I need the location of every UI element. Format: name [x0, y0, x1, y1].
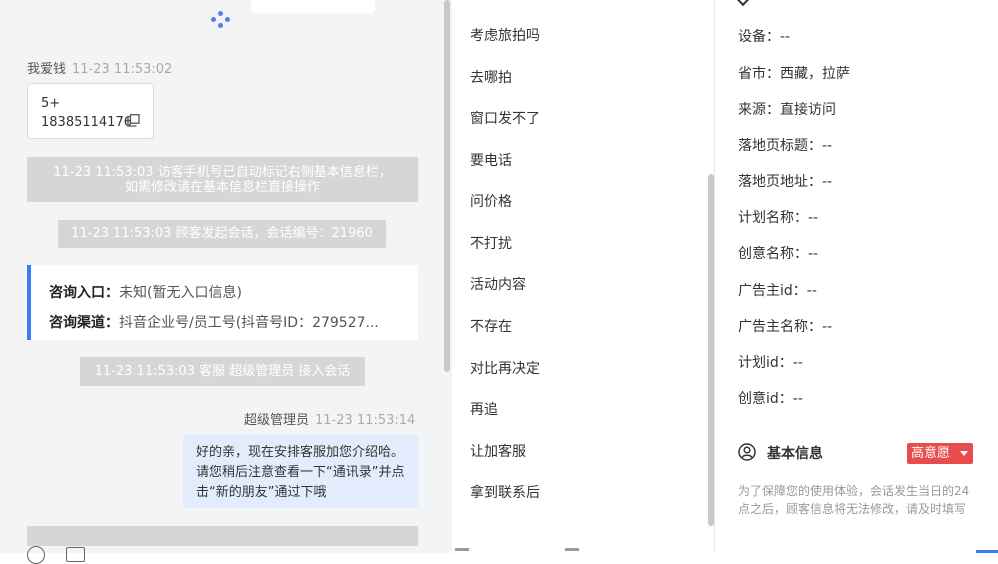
quick-reply-item[interactable]: 拿到联系后	[470, 482, 540, 502]
intent-label: 高意愿	[911, 446, 951, 461]
copy-icon[interactable]	[127, 114, 140, 127]
toolbar-button[interactable]	[455, 548, 469, 551]
quick-reply-item[interactable]: 不打扰	[470, 233, 512, 253]
message-sender: 我爱钱 11-23 11:53:02	[27, 58, 172, 77]
notice-line: 如需修改请在基本信息栏直接操作	[124, 180, 320, 195]
info-field-source: 来源：直接访问	[738, 102, 836, 118]
emoji-icon[interactable]	[27, 546, 45, 564]
customer-info-panel: 设备：-- 省市：西藏，拉萨 来源：直接访问 落地页标题：-- 落地页地址：--…	[716, 0, 998, 553]
entry-value: 未知(暂无入口信息)	[119, 285, 242, 301]
chat-scrollbar[interactable]	[444, 0, 450, 372]
quick-reply-item[interactable]: 问价格	[470, 191, 512, 211]
info-field-creative-name: 创意名称：--	[738, 246, 819, 262]
quick-reply-item[interactable]: 不存在	[470, 316, 512, 336]
visitor-message: 5+ 18385114176	[27, 83, 154, 139]
quick-reply-item[interactable]: 考虑旅拍吗	[470, 25, 540, 45]
info-field-device: 设备：--	[738, 29, 791, 45]
loading-icon	[211, 11, 231, 31]
info-field-plan-name: 计划名称：--	[738, 210, 819, 226]
quick-reply-item[interactable]: 去哪拍	[470, 67, 512, 87]
entry-row: 咨询入口：未知(暂无入口信息)	[49, 278, 404, 308]
chevron-down-icon[interactable]	[735, 0, 751, 7]
info-field-advertiser-name: 广告主名称：--	[738, 319, 833, 335]
quick-reply-item[interactable]: 活动内容	[470, 274, 526, 294]
quick-reply-scrollbar[interactable]	[708, 174, 714, 526]
system-notice: 11-23 11:53:03 顾客发起会话，会话编号：21960	[58, 220, 386, 248]
info-field-landing-title: 落地页标题：--	[738, 138, 833, 154]
notice-line: 11-23 11:53:03 访客手机号已自动标记右侧基本信息栏，	[53, 165, 392, 180]
system-notice: 11-23 11:53:03 客服 超级管理员 接入会话	[80, 357, 365, 386]
info-field-landing-url: 落地页地址：--	[738, 174, 833, 190]
system-notice: 11-23 11:53:03 访客手机号已自动标记右侧基本信息栏， 如需修改请在…	[27, 157, 418, 202]
channel-value: 抖音企业号/员工号(抖音号ID：279527...	[119, 315, 379, 331]
section-title: 基本信息	[767, 446, 823, 462]
message-sender: 超级管理员 11-23 11:53:14	[244, 409, 415, 428]
quick-reply-panel: 考虑旅拍吗 去哪拍 窗口发不了 要电话 问价格 不打扰 活动内容 不存在 对比再…	[452, 0, 715, 553]
quick-reply-item[interactable]: 让加客服	[470, 441, 526, 461]
intent-badge[interactable]: 高意愿	[907, 443, 973, 464]
info-field-advertiser-id: 广告主id：--	[738, 283, 817, 299]
consult-entry-card: 咨询入口：未知(暂无入口信息) 咨询渠道：抖音企业号/员工号(抖音号ID：279…	[27, 265, 418, 340]
user-icon	[738, 443, 756, 461]
caret-down-icon	[960, 451, 968, 456]
quick-reply-item[interactable]: 窗口发不了	[470, 108, 540, 128]
quick-reply-item[interactable]: 对比再决定	[470, 358, 540, 378]
info-field-plan-id: 计划id：--	[738, 355, 803, 371]
agent-message: 好的亲，现在安排客服加您介绍哈。请您稍后注意查看一下“通讯录”并点击“新的朋友”…	[183, 434, 418, 508]
message-line: 5+	[41, 96, 61, 111]
info-field-creative-id: 创意id：--	[738, 391, 803, 407]
quick-reply-item[interactable]: 再追	[470, 399, 498, 419]
channel-row: 咨询渠道：抖音企业号/员工号(抖音号ID：279527...	[49, 308, 404, 338]
toolbar-button[interactable]	[565, 548, 579, 551]
chat-panel: 我爱钱 11-23 11:53:02 5+ 18385114176 11-23 1…	[0, 0, 452, 553]
info-field-region: 省市：西藏，拉萨	[738, 66, 850, 82]
entry-label: 咨询入口：	[49, 285, 119, 301]
sender-name: 我爱钱	[27, 62, 67, 77]
quick-reply-item[interactable]: 要电话	[470, 150, 512, 170]
sender-name: 超级管理员	[244, 413, 310, 428]
folder-icon[interactable]	[66, 547, 85, 562]
channel-label: 咨询渠道：	[49, 315, 119, 331]
info-note: 为了保障您的使用体验，会话发生当日的24点之后，顾客信息将无法修改，请及时填写	[738, 484, 970, 516]
system-notice-partial	[27, 526, 418, 546]
floating-card	[251, 0, 375, 13]
message-time: 11-23 11:53:14	[315, 413, 416, 428]
message-time: 11-23 11:53:02	[72, 62, 173, 77]
